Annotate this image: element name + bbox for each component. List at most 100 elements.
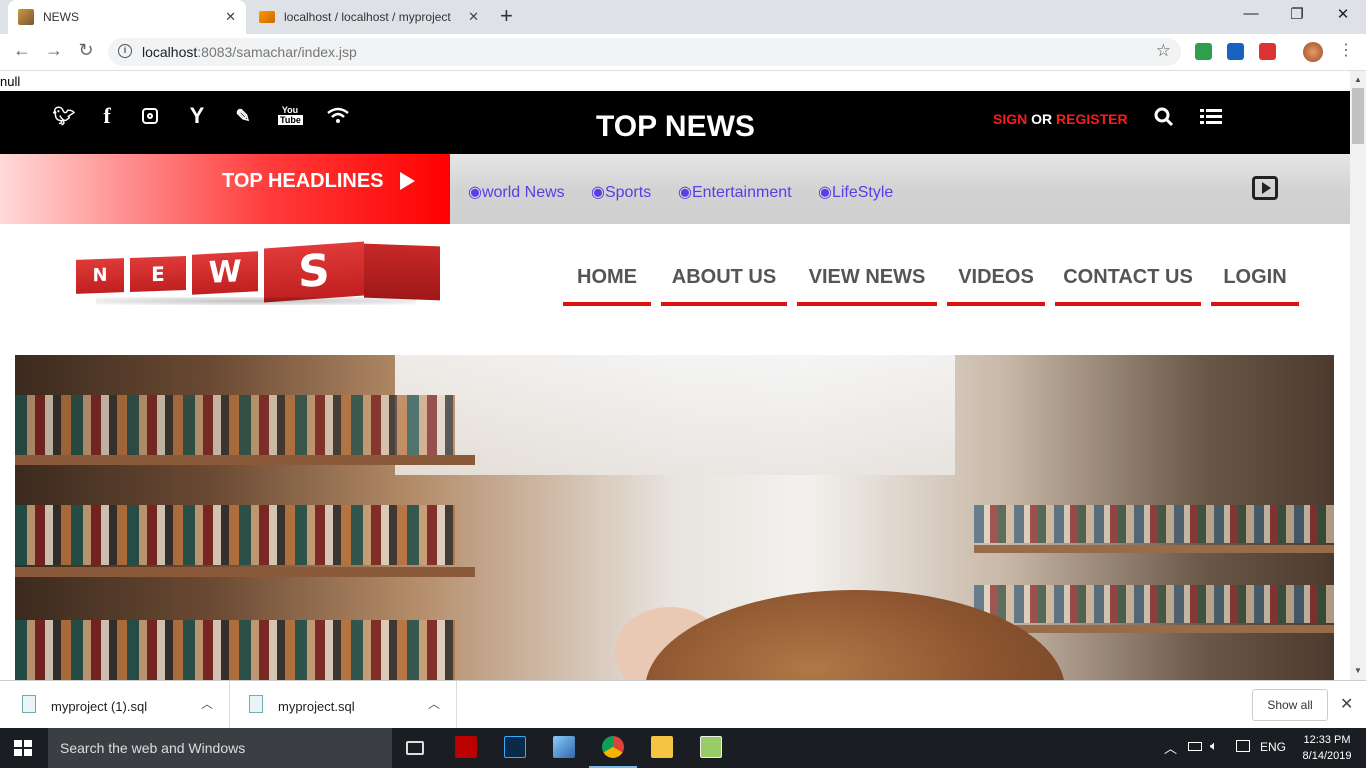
hero-image-library bbox=[15, 355, 1334, 680]
hero-books-left bbox=[15, 505, 455, 565]
page-viewport: null 🐦︎ f Y ✎ You Tube TOP NEWS SIGN OR R… bbox=[0, 71, 1350, 680]
search-icon[interactable] bbox=[1152, 107, 1176, 132]
logo-letter-s: S bbox=[264, 241, 364, 303]
instagram-icon[interactable] bbox=[138, 106, 162, 127]
chrome-icon[interactable] bbox=[589, 736, 637, 768]
close-icon[interactable]: ✕ bbox=[225, 9, 236, 25]
hero-ceiling bbox=[395, 355, 955, 475]
headline-link-lifestyle[interactable]: ◉LifeStyle bbox=[818, 182, 893, 202]
pdf-extension-icon[interactable] bbox=[1259, 43, 1276, 60]
logo-letter-n: N bbox=[76, 258, 124, 294]
download-filename: myproject (1).sql bbox=[51, 699, 148, 714]
reload-icon[interactable]: ↻ bbox=[74, 40, 98, 61]
task-view-icon[interactable] bbox=[406, 741, 424, 755]
sign-in-link[interactable]: SIGN bbox=[993, 111, 1027, 127]
profile-avatar[interactable] bbox=[1303, 42, 1323, 62]
scroll-up-arrow[interactable]: ▲ bbox=[1354, 75, 1362, 84]
logo-shadow bbox=[96, 297, 416, 305]
phpmyadmin-favicon bbox=[259, 11, 275, 23]
pencil-icon[interactable]: ✎ bbox=[231, 106, 255, 127]
top-headlines-banner: TOP HEADLINES bbox=[0, 154, 450, 224]
register-link[interactable]: REGISTER bbox=[1056, 111, 1128, 127]
minimize-button[interactable]: — bbox=[1228, 5, 1274, 22]
news-logo[interactable]: N E W S bbox=[76, 241, 441, 313]
tab-phpmyadmin[interactable]: localhost / localhost / myproject ✕ bbox=[249, 0, 489, 34]
download-bar: myproject (1).sql ︿ myproject.sql ︿ Show… bbox=[0, 680, 1366, 729]
site-title: TOP NEWS bbox=[596, 110, 755, 143]
facebook-icon[interactable]: f bbox=[95, 103, 119, 129]
scroll-down-arrow[interactable]: ▼ bbox=[1354, 666, 1362, 675]
top-headlines-title: TOP HEADLINES bbox=[222, 170, 384, 192]
list-menu-icon[interactable] bbox=[1199, 108, 1223, 131]
news-favicon bbox=[18, 9, 34, 25]
chevron-up-icon[interactable]: ︿ bbox=[428, 695, 440, 712]
browser-toolbar: ← → ↻ i localhost:8083/samachar/index.js… bbox=[0, 34, 1366, 71]
top-bar: 🐦︎ f Y ✎ You Tube TOP NEWS SIGN OR REGIST… bbox=[0, 91, 1350, 154]
notepad-plus-icon[interactable] bbox=[700, 736, 722, 758]
windows-taskbar: Search the web and Windows ︿ 🔈︎ ENG 12:3… bbox=[0, 728, 1366, 768]
maximize-button[interactable]: ❐ bbox=[1274, 5, 1320, 23]
wifi-icon[interactable] bbox=[326, 106, 350, 129]
twitter-icon[interactable]: 🐦︎ bbox=[52, 106, 76, 127]
sheets-extension-icon[interactable] bbox=[1195, 43, 1212, 60]
tab-news[interactable]: NEWS ✕ bbox=[8, 0, 246, 34]
headline-links-bar: ◉world News ◉Sports ◉Entertainment ◉Life… bbox=[450, 154, 1350, 224]
chevron-up-icon[interactable]: ︿ bbox=[201, 695, 213, 712]
nav-contact-us[interactable]: CONTACT US bbox=[1055, 266, 1201, 306]
sql-file-icon bbox=[249, 695, 263, 713]
download-item[interactable]: myproject (1).sql ︿ bbox=[2, 681, 230, 729]
hero-books-left bbox=[15, 620, 455, 680]
window-close-button[interactable]: ✕ bbox=[1320, 5, 1366, 23]
battery-icon[interactable] bbox=[1188, 742, 1202, 751]
tab-title: NEWS bbox=[43, 10, 79, 24]
scroll-thumb[interactable] bbox=[1352, 88, 1364, 144]
nav-videos[interactable]: VIDEOS bbox=[947, 266, 1045, 306]
new-tab-button[interactable]: + bbox=[500, 5, 513, 27]
headline-link-sports[interactable]: ◉Sports bbox=[591, 182, 651, 202]
virtualbox-icon[interactable] bbox=[553, 736, 575, 758]
language-indicator[interactable]: ENG bbox=[1260, 740, 1286, 754]
page-scrollbar[interactable]: ▲ ▼ bbox=[1350, 71, 1366, 680]
video-play-icon[interactable] bbox=[1252, 176, 1278, 200]
taskbar-clock[interactable]: 12:33 PM 8/14/2019 bbox=[1296, 732, 1358, 764]
action-center-icon[interactable] bbox=[1236, 740, 1250, 752]
download-item[interactable]: myproject.sql ︿ bbox=[229, 681, 457, 729]
logo-letter-w: W bbox=[192, 251, 258, 295]
nav-view-news[interactable]: VIEW NEWS bbox=[797, 266, 937, 306]
tab-title: localhost / localhost / myproject bbox=[284, 10, 451, 24]
hero-books-left bbox=[15, 395, 455, 455]
cocktail-icon[interactable]: Y bbox=[185, 103, 209, 129]
sql-file-icon bbox=[22, 695, 36, 713]
youtube-icon[interactable]: You Tube bbox=[278, 105, 303, 125]
info-icon[interactable]: i bbox=[118, 44, 132, 58]
chevron-up-icon[interactable]: ︿ bbox=[1164, 738, 1177, 757]
nav-login[interactable]: LOGIN bbox=[1211, 266, 1299, 306]
forward-icon[interactable]: → bbox=[42, 40, 66, 61]
clock-time: 12:33 PM bbox=[1303, 734, 1351, 746]
hero-books-right bbox=[974, 585, 1334, 623]
windows-start-icon[interactable] bbox=[14, 740, 32, 756]
hero-books-right bbox=[974, 505, 1334, 543]
search-extension-icon[interactable] bbox=[1227, 43, 1244, 60]
headline-link-entertainment[interactable]: ◉Entertainment bbox=[678, 182, 792, 202]
close-icon[interactable]: ✕ bbox=[468, 9, 479, 25]
taskbar-search-box[interactable]: Search the web and Windows bbox=[48, 728, 392, 768]
nav-about-us[interactable]: ABOUT US bbox=[661, 266, 787, 306]
download-filename: myproject.sql bbox=[278, 699, 355, 714]
close-icon[interactable]: ✕ bbox=[1340, 694, 1353, 714]
address-bar[interactable]: i localhost:8083/samachar/index.jsp ☆ bbox=[108, 38, 1181, 66]
or-text: OR bbox=[1031, 111, 1053, 127]
back-icon[interactable]: ← bbox=[10, 40, 34, 61]
url-text[interactable]: localhost:8083/samachar/index.jsp bbox=[142, 44, 357, 60]
bookmark-star-icon[interactable]: ☆ bbox=[1156, 41, 1171, 61]
adobe-acrobat-icon[interactable] bbox=[455, 736, 477, 758]
logo-letter-e: E bbox=[130, 256, 186, 292]
file-explorer-icon[interactable] bbox=[651, 736, 673, 758]
show-all-button[interactable]: Show all bbox=[1252, 689, 1328, 721]
volume-icon[interactable]: 🔈︎ bbox=[1210, 738, 1218, 754]
headline-link-world-news[interactable]: ◉world News bbox=[468, 182, 565, 202]
nav-home[interactable]: HOME bbox=[563, 266, 651, 306]
hero-shelf-right bbox=[974, 625, 1334, 633]
photoshop-icon[interactable] bbox=[504, 736, 526, 758]
menu-icon[interactable]: ⋮ bbox=[1334, 40, 1358, 60]
